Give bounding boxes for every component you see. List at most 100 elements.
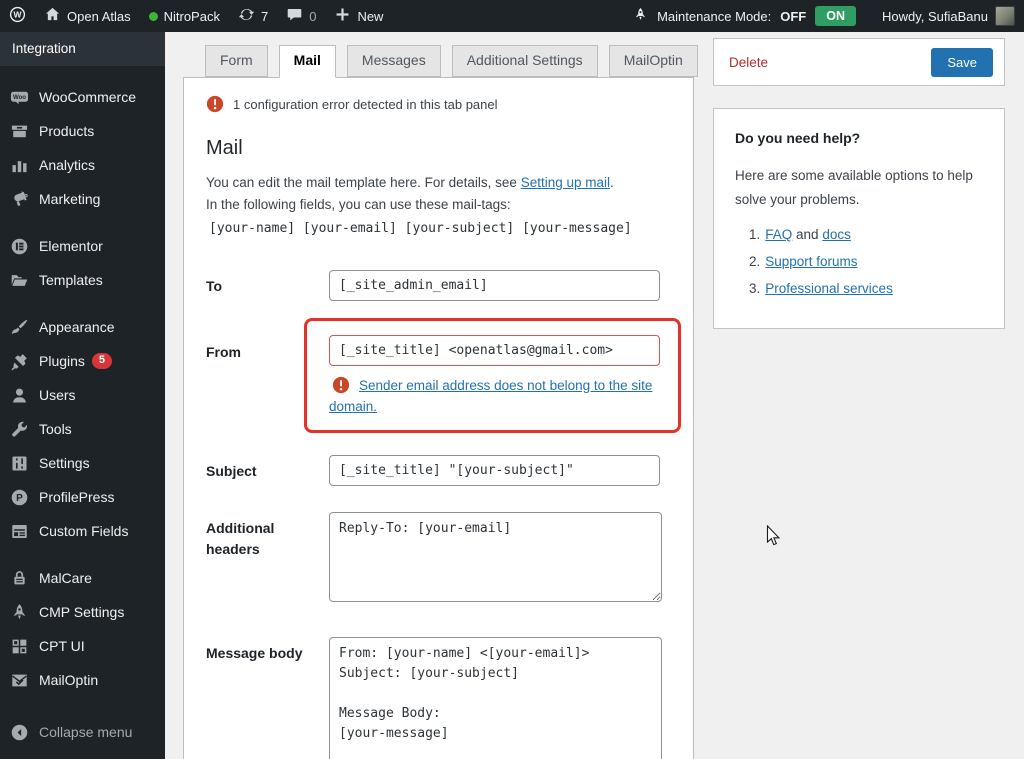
svg-text:W: W: [13, 10, 22, 20]
admin-bar: W Open Atlas NitroPack 7 0 New Maintenan…: [0, 0, 1024, 32]
sidebar-item-profilepress[interactable]: P ProfilePress: [0, 480, 165, 514]
sidebar-item-label: MalCare: [39, 568, 92, 588]
additional-headers-label: Additional headers: [206, 512, 329, 607]
delete-link[interactable]: Delete: [729, 55, 768, 70]
help-intro: Here are some available options to help …: [735, 164, 983, 211]
sidebar-item-label: Custom Fields: [39, 521, 128, 541]
warning-icon: [206, 95, 224, 113]
svg-text:P: P: [16, 493, 23, 504]
comments-menu[interactable]: 0: [277, 0, 325, 32]
megaphone-icon: [9, 189, 29, 209]
plugins-update-badge: 5: [92, 353, 112, 369]
sidebar-item-cmp-settings[interactable]: CMP Settings: [0, 595, 165, 629]
from-field-error: Sender email address does not belong to …: [329, 375, 659, 418]
sidebar-item-mailoptin[interactable]: MailOptin: [0, 663, 165, 697]
help-item: 1.FAQ and docs: [749, 227, 983, 242]
subject-label: Subject: [206, 455, 329, 486]
tab-mail[interactable]: Mail: [279, 45, 336, 78]
help-item-number: 2.: [749, 254, 760, 269]
nitropack-status-dot: [149, 12, 158, 21]
sidebar-item-label: Marketing: [39, 189, 100, 209]
sidebar-item-plugins[interactable]: Plugins 5: [0, 344, 165, 378]
sidebar-item-integration[interactable]: Integration: [0, 32, 165, 66]
warning-icon: [332, 376, 350, 394]
sidebar-item-label: Elementor: [39, 236, 103, 256]
sidebar-menu: WooWooCommerceProductsAnalytics Marketing…: [0, 80, 165, 697]
sidebar-item-label: WooCommerce: [39, 87, 136, 107]
user-avatar: [995, 6, 1015, 26]
sidebar-item-appearance[interactable]: Appearance: [0, 310, 165, 344]
config-error-notice: 1 configuration error detected in this t…: [206, 95, 671, 113]
comments-icon: [286, 6, 303, 26]
sidebar-item-label: ProfilePress: [39, 487, 114, 507]
sidebar-item-products[interactable]: Products: [0, 114, 165, 148]
message-body-label: Message body: [206, 637, 329, 759]
wrench-icon: [9, 419, 29, 439]
sidebar-item-analytics[interactable]: Analytics: [0, 148, 165, 182]
sidebar-item-settings[interactable]: Settings: [0, 446, 165, 480]
mail-tab-panel: 1 configuration error detected in this t…: [183, 77, 694, 759]
updates-menu[interactable]: 7: [229, 0, 277, 32]
sidebar-item-users[interactable]: Users: [0, 378, 165, 412]
sender-domain-error-link[interactable]: Sender email address does not belong to …: [329, 378, 652, 415]
new-content-menu[interactable]: New: [325, 0, 392, 32]
help-box: Do you need help? Here are some availabl…: [713, 108, 1005, 329]
folder-icon: [9, 270, 29, 290]
additional-headers-textarea[interactable]: Reply-To: [your-email]: [329, 512, 662, 602]
mail-tags: [your-name] [your-email] [your-subject] …: [206, 221, 671, 236]
sidebar-item-label: Settings: [39, 453, 90, 473]
help-link-docs[interactable]: docs: [822, 227, 851, 242]
sidebar-item-label: Users: [39, 385, 76, 405]
sidebar-item-cpt-ui[interactable]: CPT UI: [0, 629, 165, 663]
mail-check-icon: [9, 670, 29, 690]
subject-input[interactable]: [329, 455, 660, 486]
help-item-number: 1.: [749, 227, 760, 242]
sidebar-item-tools[interactable]: Tools: [0, 412, 165, 446]
to-label: To: [206, 270, 329, 301]
sidebar-item-label: Plugins: [39, 351, 85, 371]
help-link-professional-services[interactable]: Professional services: [765, 281, 893, 296]
rocket-icon: [9, 602, 29, 622]
from-input[interactable]: [329, 335, 660, 366]
nitropack-menu[interactable]: NitroPack: [140, 0, 229, 32]
to-input[interactable]: [329, 270, 660, 301]
maintenance-on-toggle[interactable]: ON: [815, 6, 856, 26]
wordpress-admin-page: W Open Atlas NitroPack 7 0 New Maintenan…: [0, 0, 1024, 759]
help-link-support-forums[interactable]: Support forums: [765, 254, 857, 269]
from-field-row: From Sender email address does not belon…: [206, 318, 671, 433]
products-icon: [9, 121, 29, 141]
sidebar-item-templates[interactable]: Templates: [0, 263, 165, 297]
maintenance-mode-label: Maintenance Mode:: [657, 9, 771, 24]
save-button[interactable]: Save: [931, 48, 993, 77]
help-title: Do you need help?: [735, 130, 983, 146]
help-link-faq[interactable]: FAQ: [765, 227, 792, 242]
setting-up-mail-link[interactable]: Setting up mail: [521, 175, 610, 190]
help-item: 3.Professional services: [749, 281, 983, 296]
main-content: Form Mail Messages Additional Settings MailO…: [165, 32, 1024, 759]
publish-actions-box: Delete Save: [713, 38, 1005, 86]
sidebar-item-label: Appearance: [39, 317, 115, 337]
tab-form[interactable]: Form: [205, 45, 268, 77]
tab-additional-settings[interactable]: Additional Settings: [452, 45, 598, 77]
sidebar-item-custom-fields[interactable]: Custom Fields: [0, 514, 165, 548]
wordpress-logo-menu[interactable]: W: [0, 0, 35, 32]
maintenance-off-label: OFF: [780, 9, 806, 24]
message-body-textarea[interactable]: From: [your-name] <[your-email]> Subject…: [329, 637, 662, 759]
plus-icon: [334, 6, 351, 26]
sidebar-item-label: CMP Settings: [39, 602, 124, 622]
site-name-link[interactable]: Open Atlas: [35, 0, 140, 32]
sidebar-item-woocommerce[interactable]: WooWooCommerce: [0, 80, 165, 114]
settings-icon: [9, 453, 29, 473]
sidebar-item-malcare[interactable]: MalCare: [0, 561, 165, 595]
additional-headers-row: Additional headers Reply-To: [your-email…: [206, 512, 671, 607]
tab-messages[interactable]: Messages: [347, 45, 441, 77]
message-body-row: Message body From: [your-name] <[your-em…: [206, 637, 671, 759]
lock-icon: [9, 568, 29, 588]
sidebar-item-marketing[interactable]: Marketing: [0, 182, 165, 216]
account-menu[interactable]: Howdy, SufiaBanu: [866, 6, 1024, 26]
error-highlight-annotation: Sender email address does not belong to …: [304, 318, 681, 433]
sidebar-item-elementor[interactable]: Elementor: [0, 229, 165, 263]
collapse-menu-button[interactable]: Collapse menu: [0, 715, 165, 749]
sidebar-item-label: Tools: [39, 419, 72, 439]
tab-mailoptin[interactable]: MailOptin: [609, 45, 698, 77]
